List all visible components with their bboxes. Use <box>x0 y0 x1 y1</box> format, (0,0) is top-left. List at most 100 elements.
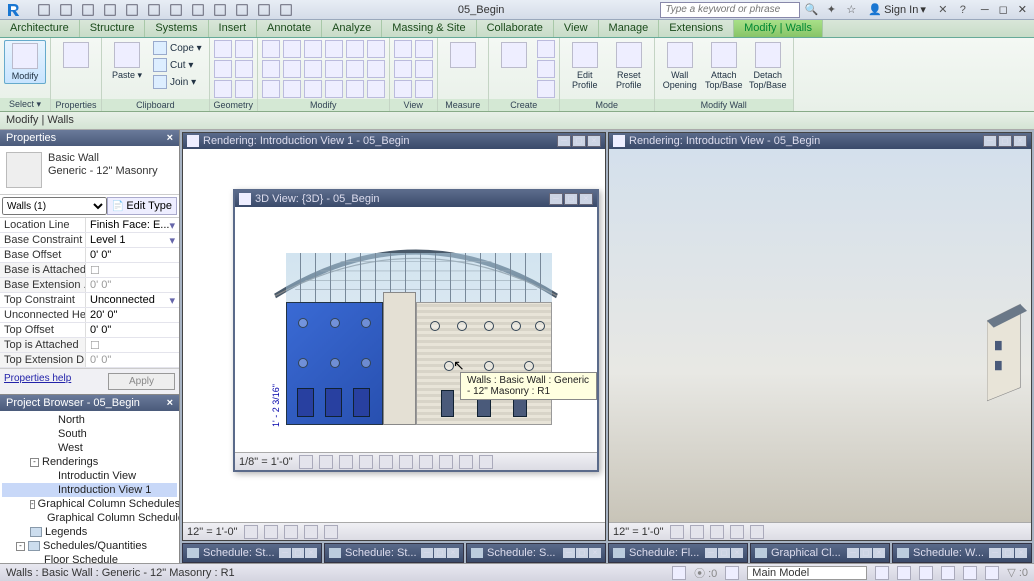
filter-icon[interactable] <box>875 566 889 580</box>
visual-style-icon[interactable] <box>690 525 704 539</box>
ribbon-icon[interactable] <box>214 60 232 78</box>
sync-icon[interactable] <box>212 2 228 18</box>
signin-button[interactable]: 👤 Sign In ▾ <box>864 3 929 16</box>
crop-icon[interactable] <box>730 525 744 539</box>
tab-massing-site[interactable]: Massing & Site <box>382 20 476 37</box>
ribbon-icon[interactable] <box>325 80 343 98</box>
ribbon-icon[interactable] <box>367 60 385 78</box>
ribbon-icon[interactable] <box>394 80 412 98</box>
worksets-icon[interactable] <box>725 566 739 580</box>
ribbon-icon[interactable] <box>235 40 253 58</box>
crop-region-icon[interactable] <box>419 455 433 469</box>
ribbon-icon[interactable] <box>325 40 343 58</box>
tab-structure[interactable]: Structure <box>80 20 146 37</box>
properties-close-icon[interactable]: × <box>167 132 173 144</box>
ribbon-icon[interactable] <box>262 80 280 98</box>
drag-icon[interactable] <box>941 566 955 580</box>
tree-item[interactable]: Legends <box>2 525 177 539</box>
ribbon-icon[interactable] <box>394 60 412 78</box>
ribbon-icon[interactable] <box>235 60 253 78</box>
view-canvas-3d[interactable]: 1' - 2 3/16" ↖ Walls : Basic Wall : Gene… <box>235 207 597 452</box>
create-button[interactable] <box>493 40 535 72</box>
star-icon[interactable]: ☆ <box>844 2 858 18</box>
view-scale[interactable]: 12" = 1'-0" <box>613 526 664 538</box>
edit-profile-button[interactable]: Edit Profile <box>564 40 606 92</box>
text-icon[interactable] <box>168 2 184 18</box>
ribbon-icon[interactable] <box>346 60 364 78</box>
edit-icon[interactable] <box>897 566 911 580</box>
tree-item[interactable]: -Schedules/Quantities <box>2 539 177 553</box>
tree-item[interactable]: West <box>2 441 177 455</box>
status-icon[interactable] <box>672 566 686 580</box>
ribbon-icon[interactable] <box>304 40 322 58</box>
ribbon-icon[interactable] <box>283 80 301 98</box>
view-close[interactable]: × <box>579 193 593 205</box>
crop-icon[interactable] <box>399 455 413 469</box>
detach-button[interactable]: Detach Top/Base <box>747 40 789 92</box>
ribbon-icon[interactable] <box>214 40 232 58</box>
tab-insert[interactable]: Insert <box>209 20 258 37</box>
document-tab[interactable]: Graphical Cl...─◻× <box>750 543 890 563</box>
drop-icon[interactable] <box>278 2 294 18</box>
view-min[interactable]: ─ <box>557 135 571 147</box>
ribbon-icon[interactable] <box>394 40 412 58</box>
save-icon[interactable] <box>58 2 74 18</box>
undo-icon[interactable] <box>80 2 96 18</box>
selected-wall[interactable] <box>286 302 383 425</box>
join-button[interactable]: Join ▾ <box>150 74 205 90</box>
attach-button[interactable]: Attach Top/Base <box>703 40 745 92</box>
model-selector[interactable]: Main Model <box>747 566 867 580</box>
link-icon[interactable] <box>124 2 140 18</box>
tab-annotate[interactable]: Annotate <box>257 20 322 37</box>
sun-path-icon[interactable] <box>284 525 298 539</box>
help-icon[interactable]: ? <box>956 2 970 18</box>
ribbon-icon[interactable] <box>325 60 343 78</box>
reveal-icon[interactable] <box>750 525 764 539</box>
select-icon[interactable] <box>919 566 933 580</box>
property-row[interactable]: Top Offset0' 0" <box>0 323 179 338</box>
tree-item[interactable]: Floor Schedule <box>2 553 177 563</box>
document-tab[interactable]: Schedule: S...─◻× <box>466 543 606 563</box>
tab-manage[interactable]: Manage <box>599 20 660 37</box>
view-min[interactable]: ─ <box>549 193 563 205</box>
ribbon-icon[interactable] <box>283 40 301 58</box>
ribbon-icon[interactable] <box>367 80 385 98</box>
ribbon-icon[interactable] <box>235 80 253 98</box>
comm-icon[interactable]: ✦ <box>824 2 838 18</box>
ribbon-icon[interactable] <box>304 60 322 78</box>
document-tab[interactable]: Schedule: W...─◻× <box>892 543 1032 563</box>
view-max[interactable]: ◻ <box>998 135 1012 147</box>
property-row[interactable]: Base ConstraintLevel 1 <box>0 233 179 248</box>
3d-icon[interactable] <box>190 2 206 18</box>
property-row[interactable]: Unconnected He...20' 0" <box>0 308 179 323</box>
property-row[interactable]: Location LineFinish Face: E... <box>0 218 179 233</box>
browser-close-icon[interactable]: × <box>167 397 173 409</box>
tab-architecture[interactable]: Architecture <box>0 20 80 37</box>
measure-button[interactable] <box>442 40 484 72</box>
ribbon-icon[interactable] <box>262 60 280 78</box>
tree-item[interactable]: North <box>2 413 177 427</box>
apply-button[interactable]: Apply <box>108 373 175 390</box>
search-input[interactable] <box>660 2 800 18</box>
ribbon-icon[interactable] <box>367 40 385 58</box>
property-row[interactable]: Base Offset0' 0" <box>0 248 179 263</box>
switch-icon[interactable] <box>234 2 250 18</box>
window-close[interactable]: ✕ <box>1015 3 1030 16</box>
tab-systems[interactable]: Systems <box>145 20 208 37</box>
sun-path-icon[interactable] <box>710 525 724 539</box>
arrow-icon[interactable] <box>256 2 272 18</box>
view-max[interactable]: ◻ <box>564 193 578 205</box>
reveal-icon[interactable] <box>324 525 338 539</box>
ribbon-icon[interactable] <box>346 40 364 58</box>
ribbon-icon[interactable] <box>304 80 322 98</box>
search-icon[interactable]: 🔍 <box>804 2 818 18</box>
tab-collaborate[interactable]: Collaborate <box>477 20 554 37</box>
view-close[interactable]: × <box>587 135 601 147</box>
ribbon-icon[interactable] <box>415 80 433 98</box>
pin-icon[interactable] <box>985 566 999 580</box>
detail-level-icon[interactable] <box>244 525 258 539</box>
ribbon-icon[interactable] <box>537 60 555 78</box>
render-icon[interactable] <box>379 455 393 469</box>
document-tab[interactable]: Schedule: St...─◻× <box>182 543 322 563</box>
tab-extensions[interactable]: Extensions <box>659 20 734 37</box>
